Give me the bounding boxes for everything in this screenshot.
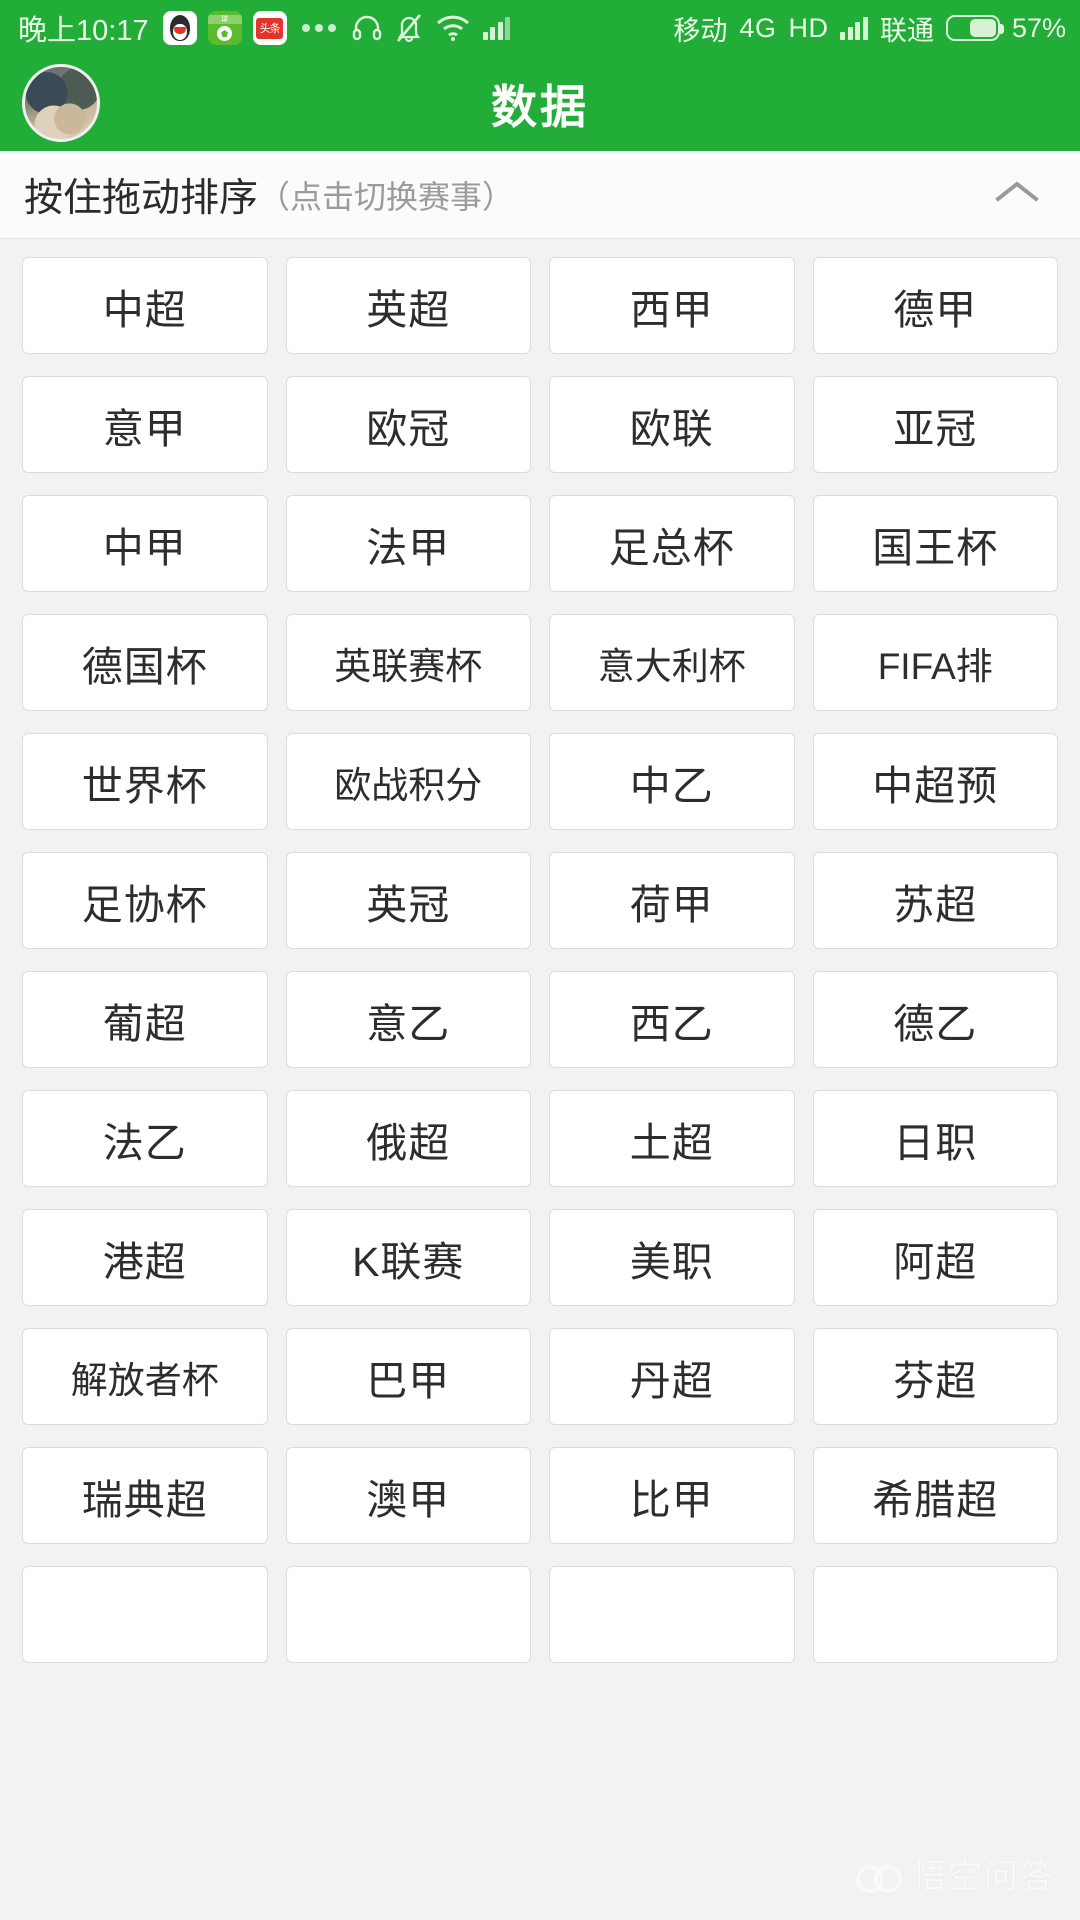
league-cell[interactable]: 英冠 bbox=[285, 852, 531, 949]
league-cell[interactable]: 中超预 bbox=[812, 733, 1058, 830]
league-cell[interactable]: 欧战积分 bbox=[285, 733, 531, 830]
league-cell[interactable]: 中甲 bbox=[22, 495, 268, 592]
league-cell[interactable]: 意甲 bbox=[22, 376, 268, 473]
watermark-text: 悟空问答 bbox=[912, 1858, 1056, 1896]
league-cell[interactable]: 荷甲 bbox=[549, 852, 795, 949]
league-cell[interactable]: 法乙 bbox=[22, 1090, 268, 1187]
league-cell[interactable]: 中超 bbox=[22, 257, 268, 354]
league-cell[interactable]: 意大利杯 bbox=[549, 614, 795, 711]
league-cell[interactable]: 希腊超 bbox=[812, 1447, 1058, 1544]
league-cell[interactable]: 西甲 bbox=[549, 257, 795, 354]
league-cell[interactable]: 英超 bbox=[285, 257, 531, 354]
page-title: 数据 bbox=[491, 80, 589, 133]
league-cell[interactable]: 西乙 bbox=[549, 971, 795, 1068]
sort-instruction-sub: （点击切换赛事） bbox=[258, 178, 515, 215]
signal-bars-icon bbox=[482, 16, 511, 40]
league-cell[interactable]: 欧联 bbox=[549, 376, 795, 473]
league-cell-empty[interactable] bbox=[549, 1566, 795, 1663]
sort-instruction-main: 按住拖动排序 bbox=[24, 176, 259, 220]
notification-icons: 球 头条 bbox=[162, 11, 338, 45]
more-dots-icon bbox=[301, 24, 336, 32]
league-cell[interactable]: 比甲 bbox=[549, 1447, 795, 1544]
league-cell[interactable]: 德乙 bbox=[812, 971, 1058, 1068]
bell-muted-icon bbox=[395, 13, 423, 43]
toutiao-label: 头条 bbox=[256, 17, 284, 39]
status-bar: 晚上10:17 球 头条 移动 4G HD 联通 57% bbox=[0, 0, 1080, 56]
league-cell[interactable]: 德国杯 bbox=[22, 614, 268, 711]
league-cell[interactable]: 土超 bbox=[549, 1090, 795, 1187]
league-cell[interactable]: 港超 bbox=[22, 1209, 268, 1306]
league-cell[interactable]: 解放者杯 bbox=[22, 1328, 268, 1425]
league-cell[interactable]: 瑞典超 bbox=[22, 1447, 268, 1544]
league-cell[interactable]: 英联赛杯 bbox=[285, 614, 531, 711]
status-time: 晚上10:17 bbox=[18, 15, 149, 47]
league-cell[interactable]: 苏超 bbox=[812, 852, 1058, 949]
league-cell[interactable]: 中乙 bbox=[549, 733, 795, 830]
football-app-icon: 球 bbox=[207, 11, 242, 45]
network-type-label: 4G bbox=[739, 12, 777, 43]
league-cell[interactable]: 芬超 bbox=[812, 1328, 1058, 1425]
league-grid-wrapper: 中超 英超 西甲 德甲意甲 欧冠 欧联 亚冠中甲 法甲 足总杯 国王杯德国杯 英联赛杯 意大利杯 FIF… bbox=[0, 239, 1080, 1663]
volte-label: HD bbox=[788, 12, 829, 43]
league-cell[interactable]: 意乙 bbox=[285, 971, 531, 1068]
football-app-label: 球 bbox=[207, 15, 242, 24]
league-cell[interactable]: 日职 bbox=[812, 1090, 1058, 1187]
league-cell[interactable]: 葡超 bbox=[22, 971, 268, 1068]
league-cell[interactable]: 澳甲 bbox=[285, 1447, 531, 1544]
app-root: 晚上10:17 球 头条 移动 4G HD 联通 57% 数据 按住拖动排序 （… bbox=[0, 0, 1080, 1920]
league-cell[interactable]: 世界杯 bbox=[22, 733, 268, 830]
app-header: 数据 bbox=[0, 56, 1080, 151]
league-cell[interactable]: 丹超 bbox=[549, 1328, 795, 1425]
league-cell-empty[interactable] bbox=[812, 1566, 1058, 1663]
league-cell[interactable]: 亚冠 bbox=[812, 376, 1058, 473]
status-right-group: 移动 4G HD 联通 57% bbox=[673, 9, 1066, 48]
league-cell[interactable]: 美职 bbox=[549, 1209, 795, 1306]
system-icons bbox=[352, 13, 511, 43]
league-cell-empty[interactable] bbox=[285, 1566, 531, 1663]
league-cell[interactable]: FIFA排 bbox=[812, 614, 1058, 711]
carrier-label-1: 移动 bbox=[673, 15, 728, 46]
league-cell[interactable]: 欧冠 bbox=[285, 376, 531, 473]
qq-icon bbox=[162, 11, 197, 45]
league-cell[interactable]: 足协杯 bbox=[22, 852, 268, 949]
carrier-label-2: 联通 bbox=[879, 15, 934, 46]
league-cell[interactable]: 阿超 bbox=[812, 1209, 1058, 1306]
toutiao-icon: 头条 bbox=[252, 11, 287, 45]
league-cell-empty[interactable] bbox=[22, 1566, 268, 1663]
wukong-logo-icon bbox=[856, 1859, 902, 1893]
league-cell[interactable]: 足总杯 bbox=[549, 495, 795, 592]
league-cell[interactable]: 俄超 bbox=[285, 1090, 531, 1187]
league-cell[interactable]: 巴甲 bbox=[285, 1328, 531, 1425]
league-cell[interactable]: 法甲 bbox=[285, 495, 531, 592]
league-cell[interactable]: K联赛 bbox=[285, 1209, 531, 1306]
watermark: 悟空问答 bbox=[856, 1849, 1056, 1898]
league-cell[interactable]: 德甲 bbox=[812, 257, 1058, 354]
chevron-up-icon[interactable] bbox=[994, 178, 1040, 211]
wifi-icon bbox=[436, 15, 470, 41]
league-cell[interactable]: 国王杯 bbox=[812, 495, 1058, 592]
headset-icon bbox=[352, 14, 382, 42]
battery-icon bbox=[945, 15, 1004, 41]
user-avatar[interactable] bbox=[22, 64, 100, 142]
signal-bars-icon-2 bbox=[840, 16, 868, 40]
league-grid: 中超 英超 西甲 德甲意甲 欧冠 欧联 亚冠中甲 法甲 足总杯 国王杯德国杯 英联赛杯 意大利杯 FIF… bbox=[22, 257, 1058, 1663]
battery-percent-label: 57% bbox=[1011, 12, 1066, 43]
sort-instruction-bar[interactable]: 按住拖动排序 （点击切换赛事） bbox=[0, 151, 1080, 239]
